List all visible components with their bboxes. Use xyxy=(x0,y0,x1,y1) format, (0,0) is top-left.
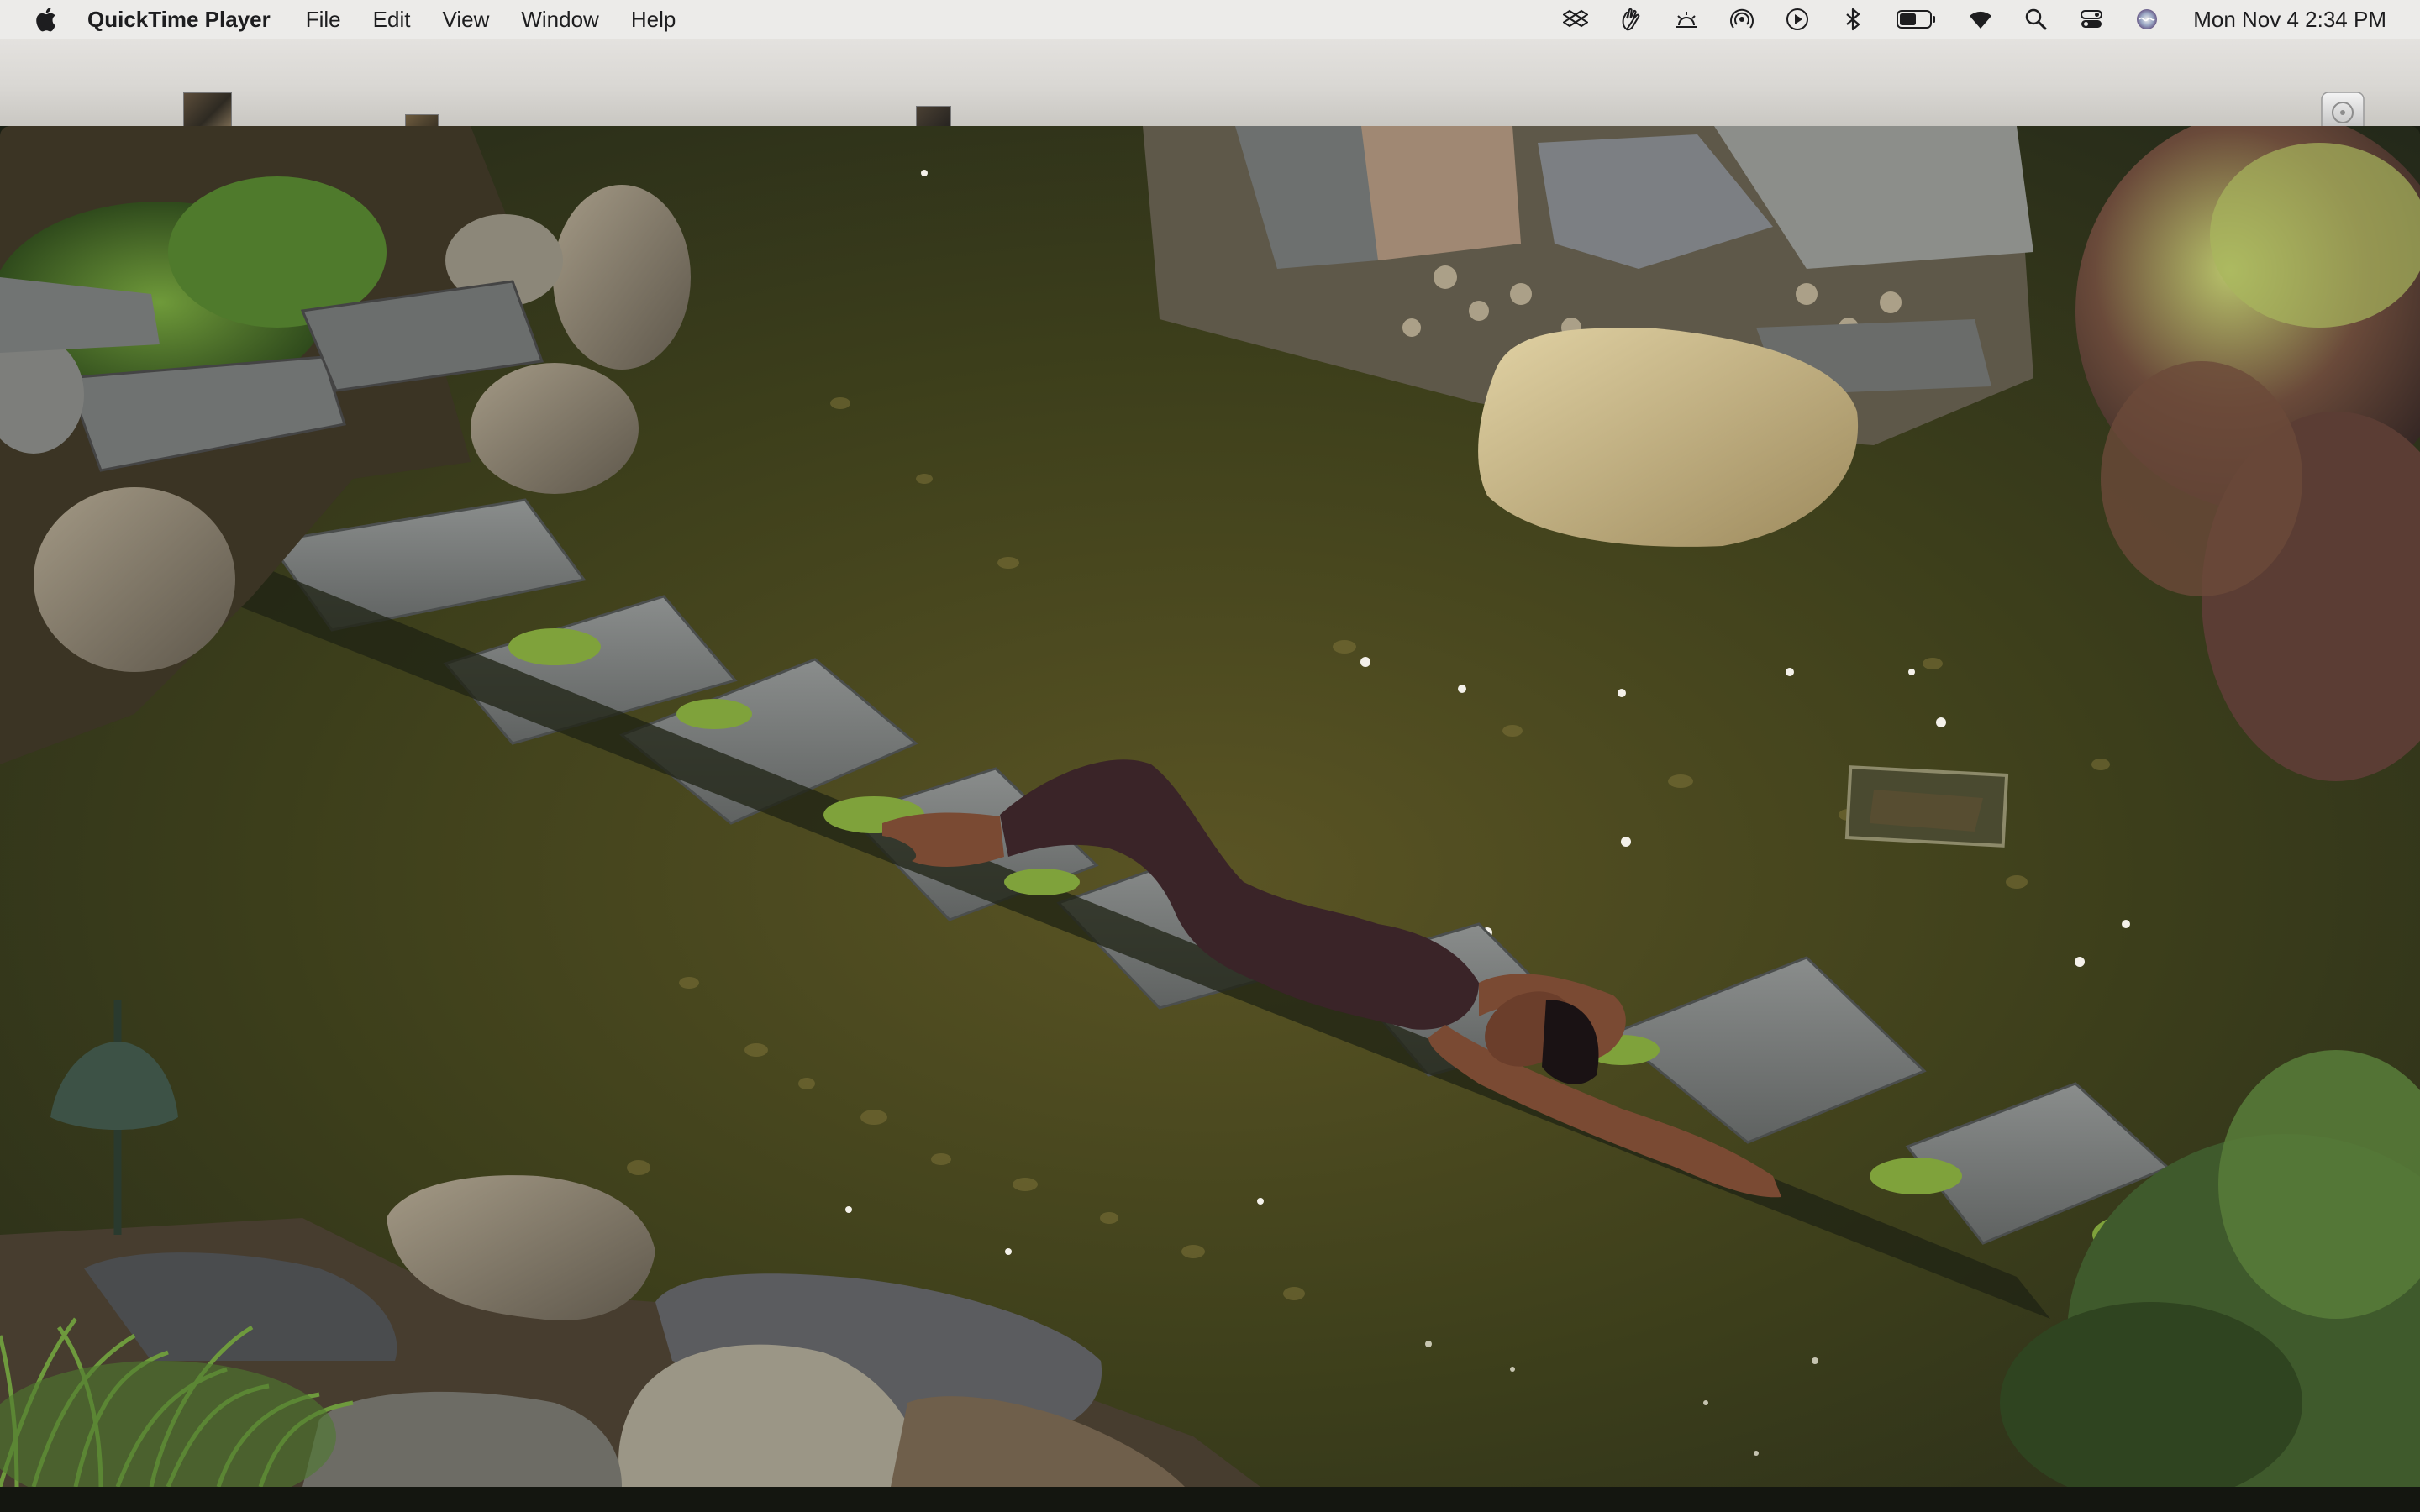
menu-bar: QuickTime Player File Edit View Window H… xyxy=(0,0,2420,39)
dropbox-icon[interactable] xyxy=(1563,7,1589,32)
siri-icon[interactable] xyxy=(2134,7,2160,32)
menu-edit[interactable]: Edit xyxy=(373,7,411,33)
desktop-bottom-edge xyxy=(0,1487,2420,1512)
desktop-file-thumbnail[interactable] xyxy=(183,92,232,128)
hand-icon[interactable] xyxy=(1618,7,1644,32)
airdrop-icon[interactable] xyxy=(1729,7,1754,32)
app-menu-quicktime[interactable]: QuickTime Player xyxy=(87,7,271,33)
spotlight-search-icon[interactable] xyxy=(2023,7,2049,32)
desktop-background xyxy=(0,39,2420,137)
desktop-file-thumbnail[interactable] xyxy=(916,106,951,128)
menu-view[interactable]: View xyxy=(442,7,489,33)
menu-file[interactable]: File xyxy=(306,7,341,33)
apple-icon[interactable] xyxy=(34,6,57,33)
menu-window[interactable]: Window xyxy=(521,7,598,33)
control-center-icon[interactable] xyxy=(2079,7,2104,32)
play-circle-icon[interactable] xyxy=(1785,7,1810,32)
quicktime-video-player[interactable] xyxy=(0,126,2420,1487)
sun-brightness-icon[interactable] xyxy=(1674,7,1699,32)
wifi-icon[interactable] xyxy=(1968,7,1993,32)
menu-clock[interactable]: Mon Nov 4 2:34 PM xyxy=(2193,7,2386,33)
menu-help[interactable]: Help xyxy=(631,7,676,33)
bluetooth-icon[interactable] xyxy=(1840,7,1865,32)
video-frame xyxy=(0,126,2420,1487)
battery-icon[interactable] xyxy=(1896,7,1938,32)
